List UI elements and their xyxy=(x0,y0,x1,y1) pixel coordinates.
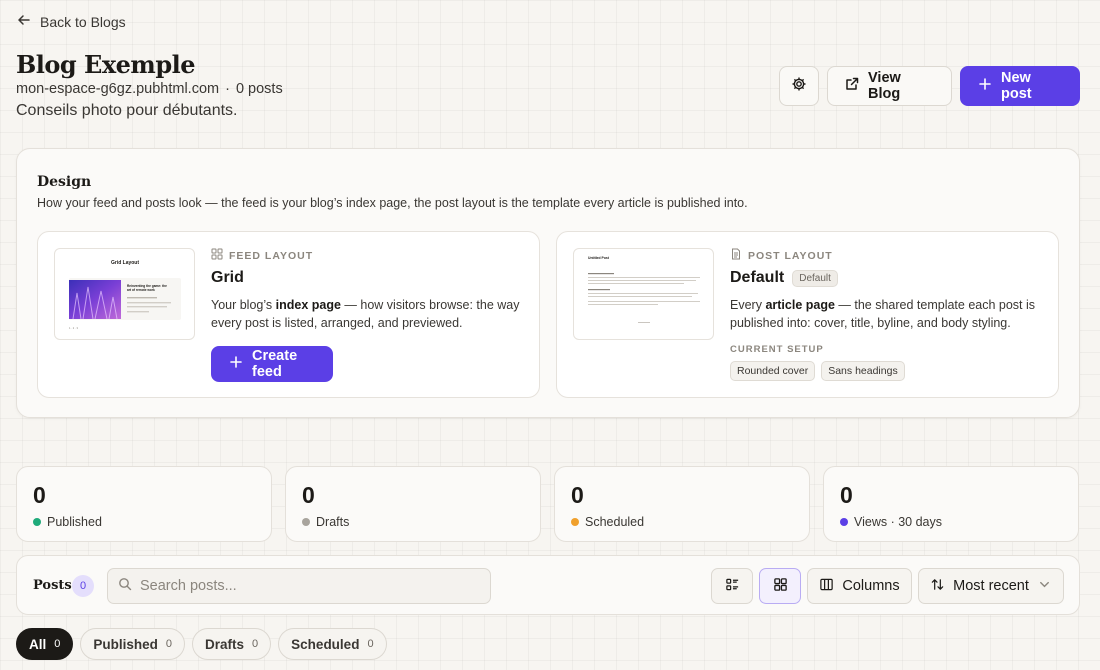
design-panel: Design How your feed and posts look — th… xyxy=(16,148,1080,418)
columns-label: Columns xyxy=(842,578,900,594)
thumb-post-title: Untitled Post xyxy=(588,256,610,260)
post-layout-name: Default xyxy=(730,269,785,286)
plus-icon xyxy=(977,76,993,96)
meta-separator: · xyxy=(225,81,230,97)
status-dot xyxy=(302,518,310,526)
chevron-down-icon xyxy=(1037,577,1052,596)
view-blog-label: View Blog xyxy=(868,70,901,102)
posts-count-badge: 0 xyxy=(72,575,94,597)
list-view-icon xyxy=(725,577,740,596)
stat-card-drafts: 0 Drafts xyxy=(285,466,541,542)
default-badge: Default xyxy=(792,269,838,287)
new-post-button[interactable]: New post xyxy=(960,66,1080,106)
gear-icon xyxy=(791,76,807,96)
design-subtitle: How your feed and posts look — the feed … xyxy=(37,196,748,210)
blog-meta: mon-espace-g6gz.pubhtml.com · 0 posts xyxy=(16,81,283,97)
setup-chips: Rounded cover Sans headings xyxy=(730,361,1042,381)
post-layout-body: POST LAYOUT Default Default Every articl… xyxy=(730,248,1042,381)
view-blog-button[interactable]: View Blog xyxy=(827,66,952,106)
stat-card-scheduled: 0 Scheduled xyxy=(554,466,810,542)
arrow-left-icon xyxy=(16,12,32,31)
document-icon xyxy=(730,248,742,263)
header-actions: View Blog New post xyxy=(779,66,1080,106)
stat-label: Published xyxy=(47,515,102,529)
filter-tab-all[interactable]: All 0 xyxy=(16,628,74,660)
blog-description: Conseils photo pour débutants. xyxy=(16,102,238,119)
stat-value: 0 xyxy=(571,482,584,508)
status-dot xyxy=(33,518,41,526)
external-link-icon xyxy=(844,76,860,96)
feed-layout-card[interactable]: Grid Layout Reinventing the game: the art… xyxy=(37,231,540,398)
feed-layout-thumbnail[interactable]: Grid Layout Reinventing the game: the art… xyxy=(54,248,195,340)
list-view-button[interactable] xyxy=(711,568,753,604)
back-to-blogs-link[interactable]: Back to Blogs xyxy=(16,12,126,31)
search-input[interactable] xyxy=(140,578,480,594)
feed-layout-description: Your blog’s index page — how visitors br… xyxy=(211,298,520,330)
feed-kicker: FEED LAYOUT xyxy=(211,248,523,263)
post-layout-thumbnail[interactable]: Untitled Post xyxy=(573,248,714,340)
filter-label: All xyxy=(29,636,47,652)
stat-label: Scheduled xyxy=(585,515,645,529)
grid-icon xyxy=(211,248,223,263)
blog-post-count: 0 posts xyxy=(235,81,283,97)
status-dot xyxy=(840,518,848,526)
stat-label: Views · 30 days xyxy=(854,515,943,529)
posts-title: Posts xyxy=(33,578,72,593)
filter-label: Scheduled xyxy=(291,636,360,652)
stat-card-views: 0 Views · 30 days xyxy=(823,466,1079,542)
post-layout-description: Every article page — the shared template… xyxy=(730,298,1036,330)
back-label: Back to Blogs xyxy=(40,13,126,30)
post-layout-name-row: Default Default xyxy=(730,269,1042,287)
sort-arrows-icon xyxy=(930,577,945,596)
sort-select[interactable]: Most recent xyxy=(918,568,1064,604)
stat-value: 0 xyxy=(302,482,315,508)
blog-domain: mon-espace-g6gz.pubhtml.com xyxy=(16,81,220,97)
current-setup-label: CURRENT SETUP xyxy=(730,344,824,355)
columns-button[interactable]: Columns xyxy=(807,568,912,604)
feed-layout-name: Grid xyxy=(211,269,244,286)
sort-label: Most recent xyxy=(953,578,1029,594)
post-layout-card[interactable]: Untitled Post POST LAYOUT Default Defaul… xyxy=(556,231,1059,398)
new-post-label: New post xyxy=(1001,70,1032,102)
setup-chip: Rounded cover xyxy=(730,361,816,381)
plus-icon xyxy=(228,354,244,374)
stat-label: Drafts xyxy=(316,515,350,529)
filter-label: Drafts xyxy=(205,636,245,652)
create-feed-label: Create feed xyxy=(252,348,298,380)
search-icon xyxy=(118,577,132,596)
feed-layout-body: FEED LAYOUT Grid Your blog’s index page … xyxy=(211,248,523,382)
stat-card-published: 0 Published xyxy=(16,466,272,542)
feed-kicker-label: FEED LAYOUT xyxy=(229,249,314,262)
post-kicker-label: POST LAYOUT xyxy=(748,249,833,262)
grid-view-button[interactable] xyxy=(759,568,801,604)
settings-button[interactable] xyxy=(779,66,819,106)
filter-count: 0 xyxy=(165,638,173,650)
posts-toolbar: Posts 0 Columns Most recent xyxy=(16,555,1080,615)
stat-value: 0 xyxy=(840,482,853,508)
filter-tab-scheduled[interactable]: Scheduled 0 xyxy=(278,628,387,660)
post-kicker: POST LAYOUT xyxy=(730,248,1042,263)
filter-count: 0 xyxy=(54,638,61,650)
status-dot xyxy=(571,518,579,526)
grid-view-icon xyxy=(773,577,788,596)
filter-count: 0 xyxy=(252,638,259,650)
filter-label: Published xyxy=(93,636,158,652)
columns-icon xyxy=(819,577,834,596)
blog-title: Blog Exemple xyxy=(16,50,195,79)
filter-count: 0 xyxy=(367,638,374,650)
design-title: Design xyxy=(37,174,92,190)
svg-text:1 · 2 · 3: 1 · 2 · 3 xyxy=(69,326,78,330)
filter-tab-drafts[interactable]: Drafts 0 xyxy=(192,628,272,660)
stat-value: 0 xyxy=(33,482,46,508)
status-filter-tabs: All 0 Published 0 Drafts 0 Scheduled 0 xyxy=(16,628,387,660)
setup-chip: Sans headings xyxy=(821,361,905,381)
thumb-grid-title: Grid Layout xyxy=(111,260,139,266)
filter-tab-published[interactable]: Published 0 xyxy=(80,628,186,660)
search-box[interactable] xyxy=(107,568,491,604)
create-feed-button[interactable]: Create feed xyxy=(211,346,333,382)
